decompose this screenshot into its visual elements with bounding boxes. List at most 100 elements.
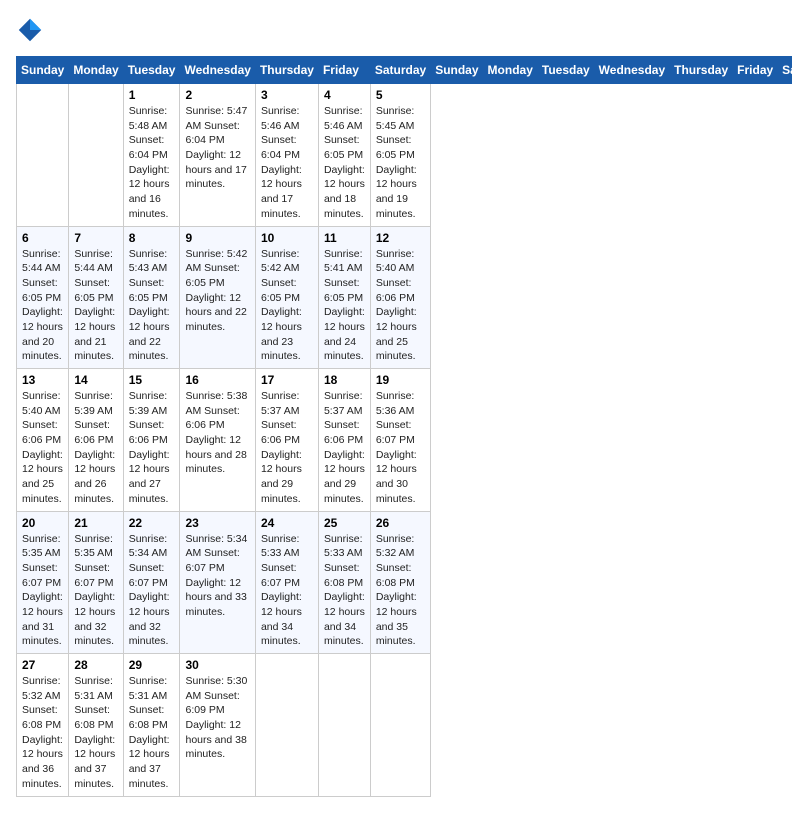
day-number: 28 [74, 658, 117, 672]
header-friday: Friday [318, 57, 370, 84]
calendar-header-row: SundayMondayTuesdayWednesdayThursdayFrid… [17, 57, 792, 84]
header-monday: Monday [69, 57, 123, 84]
cell-detail: Sunrise: 5:44 AM Sunset: 6:05 PM Dayligh… [22, 247, 63, 365]
calendar-cell: 8Sunrise: 5:43 AM Sunset: 6:05 PM Daylig… [123, 226, 180, 369]
day-number: 2 [185, 88, 249, 102]
day-number: 7 [74, 231, 117, 245]
cell-detail: Sunrise: 5:42 AM Sunset: 6:05 PM Dayligh… [185, 247, 249, 335]
calendar-cell [255, 654, 318, 797]
day-number: 10 [261, 231, 313, 245]
day-number: 13 [22, 373, 63, 387]
calendar-cell: 12Sunrise: 5:40 AM Sunset: 6:06 PM Dayli… [370, 226, 430, 369]
header-saturday: Saturday [370, 57, 430, 84]
calendar-cell: 16Sunrise: 5:38 AM Sunset: 6:06 PM Dayli… [180, 369, 255, 512]
day-number: 29 [129, 658, 175, 672]
header-wednesday: Wednesday [180, 57, 255, 84]
day-number: 12 [376, 231, 425, 245]
col-header-monday: Monday [483, 57, 537, 84]
day-number: 3 [261, 88, 313, 102]
cell-detail: Sunrise: 5:35 AM Sunset: 6:07 PM Dayligh… [74, 532, 117, 650]
day-number: 17 [261, 373, 313, 387]
logo-icon [16, 16, 44, 44]
col-header-thursday: Thursday [670, 57, 733, 84]
cell-detail: Sunrise: 5:42 AM Sunset: 6:05 PM Dayligh… [261, 247, 313, 365]
cell-detail: Sunrise: 5:40 AM Sunset: 6:06 PM Dayligh… [22, 389, 63, 507]
day-number: 16 [185, 373, 249, 387]
day-number: 11 [324, 231, 365, 245]
day-number: 6 [22, 231, 63, 245]
cell-detail: Sunrise: 5:39 AM Sunset: 6:06 PM Dayligh… [74, 389, 117, 507]
day-number: 20 [22, 516, 63, 530]
day-number: 5 [376, 88, 425, 102]
day-number: 22 [129, 516, 175, 530]
cell-detail: Sunrise: 5:44 AM Sunset: 6:05 PM Dayligh… [74, 247, 117, 365]
calendar-cell: 27 Sunrise: 5:32 AM Sunset: 6:08 PM Dayli… [17, 654, 69, 797]
calendar-cell [69, 84, 123, 227]
calendar-week-5: 27 Sunrise: 5:32 AM Sunset: 6:08 PM Dayli… [17, 654, 792, 797]
cell-detail: Sunrise: 5:31 AM Sunset: 6:08 PM Dayligh… [74, 674, 117, 792]
cell-detail: Sunrise: 5:47 AM Sunset: 6:04 PM Dayligh… [185, 104, 249, 192]
day-number: 25 [324, 516, 365, 530]
calendar-cell: 23 Sunrise: 5:34 AM Sunset: 6:07 PM Dayli… [180, 511, 255, 654]
cell-detail: Sunrise: 5:37 AM Sunset: 6:06 PM Dayligh… [261, 389, 313, 507]
calendar-cell: 17 Sunrise: 5:37 AM Sunset: 6:06 PM Dayli… [255, 369, 318, 512]
calendar-cell: 6 Sunrise: 5:44 AM Sunset: 6:05 PM Daylig… [17, 226, 69, 369]
calendar-cell: 20 Sunrise: 5:35 AM Sunset: 6:07 PM Dayli… [17, 511, 69, 654]
cell-detail: Sunrise: 5:33 AM Sunset: 6:07 PM Dayligh… [261, 532, 313, 650]
cell-detail: Sunrise: 5:32 AM Sunset: 6:08 PM Dayligh… [376, 532, 425, 650]
cell-detail: Sunrise: 5:48 AM Sunset: 6:04 PM Dayligh… [129, 104, 175, 222]
calendar-cell: 7 Sunrise: 5:44 AM Sunset: 6:05 PM Daylig… [69, 226, 123, 369]
calendar-cell: 5 Sunrise: 5:45 AM Sunset: 6:05 PM Daylig… [370, 84, 430, 227]
cell-detail: Sunrise: 5:34 AM Sunset: 6:07 PM Dayligh… [129, 532, 175, 650]
day-number: 24 [261, 516, 313, 530]
cell-detail: Sunrise: 5:41 AM Sunset: 6:05 PM Dayligh… [324, 247, 365, 365]
day-number: 14 [74, 373, 117, 387]
page-header [16, 16, 776, 44]
calendar-cell [17, 84, 69, 227]
day-number: 27 [22, 658, 63, 672]
cell-detail: Sunrise: 5:30 AM Sunset: 6:09 PM Dayligh… [185, 674, 249, 762]
cell-detail: Sunrise: 5:35 AM Sunset: 6:07 PM Dayligh… [22, 532, 63, 650]
col-header-friday: Friday [733, 57, 778, 84]
day-number: 23 [185, 516, 249, 530]
calendar-cell: 28 Sunrise: 5:31 AM Sunset: 6:08 PM Dayli… [69, 654, 123, 797]
day-number: 19 [376, 373, 425, 387]
calendar-cell: 9Sunrise: 5:42 AM Sunset: 6:05 PM Daylig… [180, 226, 255, 369]
calendar-cell: 11 Sunrise: 5:41 AM Sunset: 6:05 PM Dayli… [318, 226, 370, 369]
cell-detail: Sunrise: 5:39 AM Sunset: 6:06 PM Dayligh… [129, 389, 175, 507]
calendar-week-3: 13 Sunrise: 5:40 AM Sunset: 6:06 PM Dayli… [17, 369, 792, 512]
calendar-table: SundayMondayTuesdayWednesdayThursdayFrid… [16, 56, 792, 797]
calendar-week-4: 20 Sunrise: 5:35 AM Sunset: 6:07 PM Dayli… [17, 511, 792, 654]
calendar-cell: 3Sunrise: 5:46 AM Sunset: 6:04 PM Daylig… [255, 84, 318, 227]
logo [16, 16, 48, 44]
calendar-cell: 24 Sunrise: 5:33 AM Sunset: 6:07 PM Dayli… [255, 511, 318, 654]
day-number: 8 [129, 231, 175, 245]
calendar-cell: 21Sunrise: 5:35 AM Sunset: 6:07 PM Dayli… [69, 511, 123, 654]
col-header-wednesday: Wednesday [594, 57, 669, 84]
cell-detail: Sunrise: 5:34 AM Sunset: 6:07 PM Dayligh… [185, 532, 249, 620]
col-header-sunday: Sunday [431, 57, 483, 84]
day-number: 26 [376, 516, 425, 530]
day-number: 18 [324, 373, 365, 387]
calendar-cell: 10 Sunrise: 5:42 AM Sunset: 6:05 PM Dayli… [255, 226, 318, 369]
calendar-cell: 13 Sunrise: 5:40 AM Sunset: 6:06 PM Dayli… [17, 369, 69, 512]
calendar-cell: 29Sunrise: 5:31 AM Sunset: 6:08 PM Dayli… [123, 654, 180, 797]
cell-detail: Sunrise: 5:32 AM Sunset: 6:08 PM Dayligh… [22, 674, 63, 792]
cell-detail: Sunrise: 5:45 AM Sunset: 6:05 PM Dayligh… [376, 104, 425, 222]
calendar-cell: 26 Sunrise: 5:32 AM Sunset: 6:08 PM Dayli… [370, 511, 430, 654]
day-number: 4 [324, 88, 365, 102]
calendar-cell: 1 Sunrise: 5:48 AM Sunset: 6:04 PM Daylig… [123, 84, 180, 227]
cell-detail: Sunrise: 5:37 AM Sunset: 6:06 PM Dayligh… [324, 389, 365, 507]
header-thursday: Thursday [255, 57, 318, 84]
calendar-cell [318, 654, 370, 797]
calendar-cell [370, 654, 430, 797]
cell-detail: Sunrise: 5:46 AM Sunset: 6:05 PM Dayligh… [324, 104, 365, 222]
calendar-cell: 30Sunrise: 5:30 AM Sunset: 6:09 PM Dayli… [180, 654, 255, 797]
col-header-tuesday: Tuesday [537, 57, 594, 84]
calendar-cell: 2 Sunrise: 5:47 AM Sunset: 6:04 PM Daylig… [180, 84, 255, 227]
calendar-cell: 18 Sunrise: 5:37 AM Sunset: 6:06 PM Dayli… [318, 369, 370, 512]
calendar-cell: 15Sunrise: 5:39 AM Sunset: 6:06 PM Dayli… [123, 369, 180, 512]
header-tuesday: Tuesday [123, 57, 180, 84]
day-number: 1 [129, 88, 175, 102]
calendar-cell: 19Sunrise: 5:36 AM Sunset: 6:07 PM Dayli… [370, 369, 430, 512]
